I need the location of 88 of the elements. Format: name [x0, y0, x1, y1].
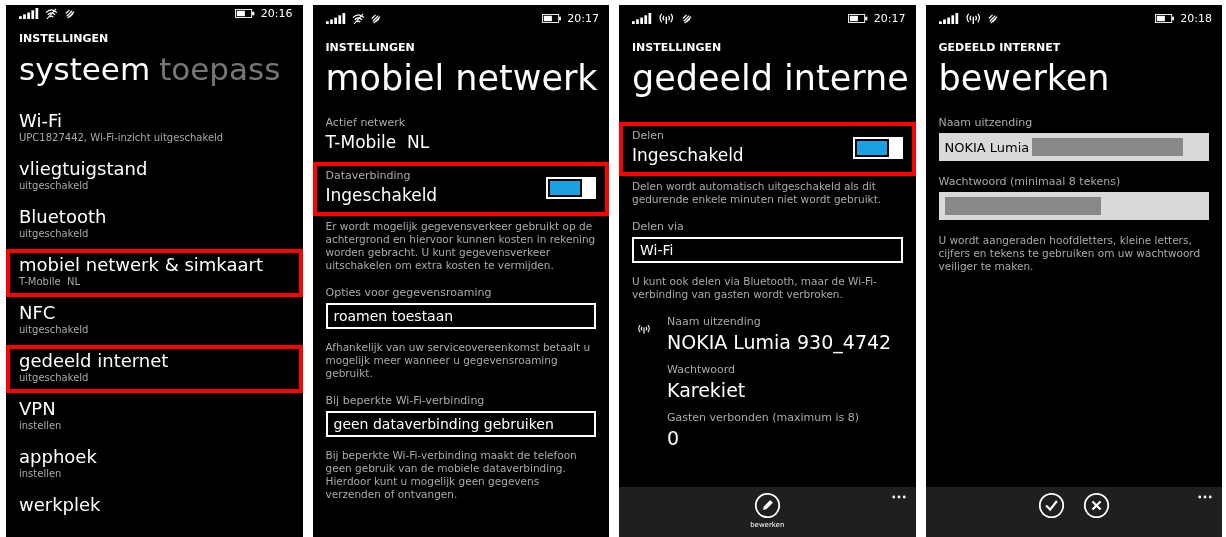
item-title: mobiel netwerk & simkaart	[19, 254, 263, 276]
settings-item[interactable]: Bluetooth uitgeschakeld	[6, 201, 303, 249]
settings-item[interactable]: mobiel netwerk & simkaart T-Mobile NL	[6, 249, 303, 297]
settings-item[interactable]: vliegtuigstand uitgeschakeld	[6, 153, 303, 201]
field-label: Wachtwoord (minimaal 8 tekens)	[938, 175, 1121, 189]
battery-icon	[235, 9, 255, 18]
field-label: Wachtwoord	[667, 363, 735, 377]
signal-icon	[325, 12, 346, 24]
settings-item[interactable]: werkplek	[6, 489, 303, 537]
battery-icon	[541, 13, 562, 23]
item-title: Wi-Fi	[19, 110, 62, 132]
vibrate-icon	[370, 12, 382, 24]
page-title: gedeeld interne	[631, 57, 910, 100]
settings-item[interactable]: apphoek instellen	[6, 441, 303, 489]
input-field[interactable]: NOKIA Lumia	[938, 133, 1209, 161]
signal-icon	[632, 12, 653, 24]
signal-icon	[938, 12, 959, 24]
toggle-switch[interactable]	[546, 177, 596, 199]
field-value: T-Mobile NL	[325, 131, 430, 154]
clock-time: 20:17	[567, 11, 599, 25]
item-title: werkplek	[19, 494, 101, 516]
dropdown-field[interactable]: geen dataverbinding gebruiken	[325, 411, 596, 437]
item-subtitle: instellen	[19, 420, 62, 432]
more-icon[interactable]	[891, 495, 906, 499]
item-subtitle: uitgeschakeld	[19, 228, 89, 240]
field-label: Naam uitzending	[938, 116, 1033, 130]
item-subtitle: uitgeschakeld	[19, 180, 89, 192]
vibrate-icon	[987, 12, 999, 24]
field-label: Dataverbinding	[325, 169, 411, 183]
page-title: bewerken	[937, 57, 1111, 100]
field-label: Delen via	[632, 220, 684, 234]
item-subtitle: uitgeschakeld	[19, 372, 89, 384]
settings-item[interactable]: NFC uitgeschakeld	[6, 297, 303, 345]
page-header: INSTELLINGEN	[324, 40, 416, 54]
pencil-icon	[753, 492, 781, 519]
field-label: Actief netwerk	[325, 116, 406, 130]
battery-icon	[848, 13, 868, 23]
signal-icon	[19, 8, 40, 19]
field-value: NOKIA Lumia 930_4742	[667, 330, 892, 355]
field-label: Bij beperkte Wi-Fi-verbinding	[325, 394, 485, 408]
clock-time: 20:17	[873, 11, 906, 25]
toggle-state: Ingeschakeld	[632, 144, 744, 167]
vibrate-icon	[64, 8, 75, 19]
item-subtitle: uitgeschakeld	[19, 324, 89, 336]
item-title: VPN	[19, 398, 56, 420]
help-text: Afhankelijk van uw serviceovereenkomst betaalt u mogelijk meer wanneer u gegevensroaming gebruikt.	[324, 341, 592, 381]
pivot-tab[interactable]: systeem	[19, 45, 151, 93]
input-field[interactable]	[938, 192, 1209, 220]
field-value: Karekiet	[667, 378, 746, 403]
dropdown-field[interactable]: roamen toestaan	[325, 303, 596, 329]
field-value: 0	[667, 426, 680, 451]
field-label: Opties voor gegevensroaming	[325, 286, 492, 300]
field-label: Gasten verbonden (maximum is 8)	[667, 411, 860, 425]
close-icon	[1082, 492, 1110, 519]
toggle-state: Ingeschakeld	[325, 184, 438, 207]
battery-icon	[1154, 13, 1175, 23]
settings-item[interactable]: VPN instellen	[6, 393, 303, 441]
item-title: apphoek	[19, 446, 97, 468]
help-text: Er wordt mogelijk gegevensverkeer gebruikt op de achtergrond en hiervoor kunnen kosten in rekening worden gebracht. U kunt gegevensverkeer uitschakelen om extra kosten te vermijden.	[324, 220, 597, 273]
clock-time: 20:18	[1180, 11, 1212, 25]
item-title: gedeeld internet	[19, 350, 169, 372]
help-text: Delen wordt automatisch uitgeschakeld als dit gedurende enkele minuten niet wordt gebruikt.	[631, 180, 883, 207]
more-icon[interactable]	[1198, 495, 1212, 499]
item-subtitle: T-Mobile NL	[19, 276, 80, 288]
help-text: Bij beperkte Wi-Fi-verbinding maakt de telefoon geen gebruik van de mobiele dataverbinding. Hierdoor kunt u mogelijk geen gegevens verzenden of ontvangen.	[324, 449, 578, 502]
broadcast-icon	[637, 323, 651, 335]
input-value: NOKIA Lumia	[944, 139, 1030, 155]
settings-item[interactable]: gedeeld internet uitgeschakeld	[6, 345, 303, 393]
item-subtitle: UPC1827442, Wi-Fi-inzicht uitgeschakeld	[19, 132, 224, 144]
pivot-tab[interactable]: toepass	[159, 45, 281, 93]
clock-time: 20:16	[260, 7, 293, 20]
page-title: mobiel netwerk	[324, 57, 599, 100]
dropdown-field[interactable]: Wi-Fi	[632, 237, 903, 263]
item-subtitle: instellen	[19, 468, 62, 480]
help-text: U kunt ook delen via Bluetooth, maar de Wi-Fi-verbinding van gasten wordt verbroken.	[631, 275, 878, 302]
page-header: INSTELLINGEN	[631, 40, 723, 54]
checkmark-icon	[1037, 492, 1065, 519]
help-text: U wordt aangeraden hoofdletters, kleine letters, cijfers en tekens te gebruiken om uw wachtwoord veiliger te maken.	[937, 234, 1202, 274]
page-header: GEDEELD INTERNET	[937, 40, 1062, 54]
field-label: Delen	[632, 129, 665, 143]
item-title: vliegtuigstand	[19, 158, 148, 180]
toggle-switch[interactable]	[852, 137, 903, 159]
page-header: INSTELLINGEN	[18, 31, 110, 45]
field-label: Naam uitzending	[667, 315, 761, 329]
settings-item[interactable]: Wi-Fi UPC1827442, Wi-Fi-inzicht uitgeschakeld	[6, 105, 303, 153]
item-title: NFC	[19, 302, 56, 324]
vibrate-icon	[680, 12, 692, 24]
item-title: Bluetooth	[19, 206, 107, 228]
